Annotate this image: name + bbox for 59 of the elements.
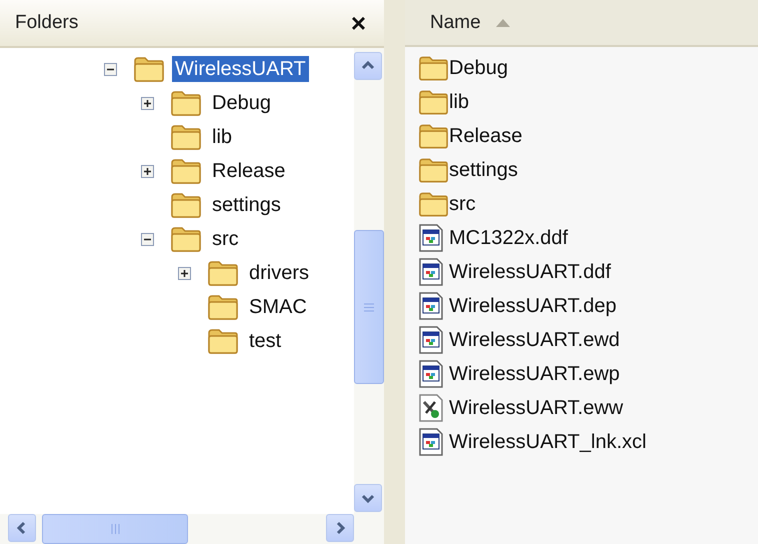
- scroll-up-button[interactable]: [354, 52, 382, 80]
- expand-icon[interactable]: [141, 96, 154, 110]
- vertical-scrollbar[interactable]: [354, 48, 384, 514]
- file-name[interactable]: src: [449, 192, 476, 216]
- folder-icon: [418, 157, 449, 183]
- document-icon: [418, 360, 444, 388]
- folder-icon: [170, 124, 202, 150]
- scrollbar-thumb[interactable]: [42, 514, 188, 544]
- collapse-icon[interactable]: [104, 62, 117, 76]
- folder-icon: [207, 260, 239, 286]
- document-icon: [418, 258, 444, 286]
- folder-icon: [170, 158, 202, 184]
- file-name[interactable]: WirelessUART.ewp: [449, 362, 620, 386]
- scrollbar-thumb[interactable]: [354, 230, 384, 384]
- folder-icon: [418, 123, 449, 149]
- file-name[interactable]: Debug: [449, 56, 508, 80]
- folder-icon: [418, 191, 449, 217]
- tree-item[interactable]: drivers: [246, 260, 312, 286]
- file-name[interactable]: WirelessUART.eww: [449, 396, 624, 420]
- file-name[interactable]: WirelessUART.ddf: [449, 260, 611, 284]
- grip-icon: [364, 302, 374, 312]
- tree-item[interactable]: Debug: [209, 90, 274, 116]
- folder-icon: [418, 55, 449, 81]
- document-icon: [418, 292, 444, 320]
- document-icon: [418, 428, 444, 456]
- folder-icon: [170, 226, 202, 252]
- file-name[interactable]: WirelessUART_lnk.xcl: [449, 430, 646, 454]
- tree-item[interactable]: SMAC: [246, 294, 310, 320]
- grip-icon: [110, 524, 120, 534]
- document-icon: [418, 326, 444, 354]
- expand-icon[interactable]: [141, 164, 154, 178]
- tree-item[interactable]: WirelessUART: [172, 56, 309, 82]
- scroll-left-button[interactable]: [8, 514, 36, 542]
- file-name[interactable]: lib: [449, 90, 470, 114]
- document-icon: [418, 224, 444, 252]
- file-name[interactable]: Release: [449, 124, 522, 148]
- folder-icon: [207, 294, 239, 320]
- close-button[interactable]: ×: [350, 10, 366, 36]
- folder-icon: [418, 89, 449, 115]
- expand-icon[interactable]: [178, 266, 191, 280]
- tree-item[interactable]: Release: [209, 158, 288, 184]
- tools-document-icon: [418, 394, 444, 422]
- tree-item[interactable]: src: [209, 226, 242, 252]
- tree-item[interactable]: settings: [209, 192, 284, 218]
- tree-item[interactable]: lib: [209, 124, 236, 150]
- folder-icon: [170, 90, 202, 116]
- collapse-icon[interactable]: [141, 232, 154, 246]
- horizontal-scrollbar[interactable]: [0, 514, 384, 544]
- file-name[interactable]: settings: [449, 158, 518, 182]
- file-name[interactable]: WirelessUART.ewd: [449, 328, 620, 352]
- pane-title: Folders: [15, 12, 78, 34]
- folder-icon: [207, 328, 239, 354]
- file-name[interactable]: MC1322x.ddf: [449, 226, 568, 250]
- tree-item[interactable]: test: [246, 328, 284, 354]
- folder-icon: [170, 192, 202, 218]
- scroll-down-button[interactable]: [354, 484, 382, 512]
- scroll-right-button[interactable]: [326, 514, 354, 542]
- file-name[interactable]: WirelessUART.dep: [449, 294, 616, 318]
- folder-icon: [133, 56, 165, 82]
